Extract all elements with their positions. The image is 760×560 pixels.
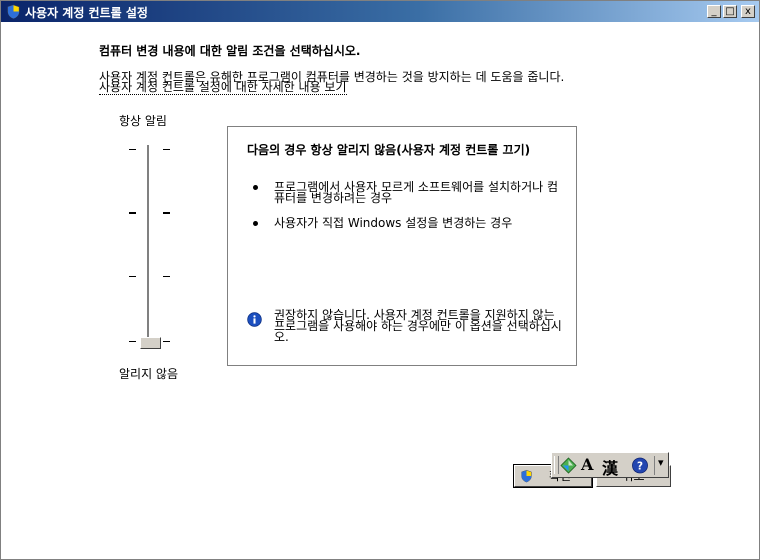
slider-tick [129,149,136,150]
level-description-panel: 다음의 경우 항상 알리지 않음(사용자 계정 컨트롤 끄기) 프로그램에서 사… [227,126,577,366]
help-icon[interactable]: ? [631,457,649,474]
recommendation-note: 권장하지 않습니다. 사용자 계정 컨트롤을 지원하지 않는 프로그램을 사용해… [274,308,562,344]
learn-more-link[interactable]: 사용자 계정 컨트롤 설정에 대한 자세한 내용 보기 [99,81,347,95]
svg-text:?: ? [637,460,643,472]
bullet-text: 프로그램에서 사용자 모르게 소프트웨어를 설치하거나 컴퓨터를 변경하려는 경… [274,180,559,205]
close-button[interactable]: x [741,5,755,18]
slider-tick [163,341,170,342]
slider-top-label: 항상 알림 [119,114,167,128]
slider-tick [129,341,136,342]
maximize-button[interactable]: □ [723,5,737,18]
minimize-button[interactable]: _ [707,5,721,18]
uac-shield-icon [7,4,20,19]
level-bullet-list: 프로그램에서 사용자 모르게 소프트웨어를 설치하거나 컴퓨터를 변경하려는 경… [250,180,560,243]
slider-tick [163,276,170,277]
level-title: 다음의 경우 항상 알리지 않음(사용자 계정 컨트롤 끄기) [247,143,531,157]
bullet-dot [253,221,258,226]
list-item: 프로그램에서 사용자 모르게 소프트웨어를 설치하거나 컴퓨터를 변경하려는 경… [250,180,560,205]
slider-tick [163,212,170,214]
bullet-text: 사용자가 직접 Windows 설정을 변경하는 경우 [274,216,513,230]
slider-tick [129,276,136,277]
slider-track[interactable] [147,145,150,345]
slider-bottom-label: 알리지 않음 [119,367,179,381]
ime-options-chevron-icon[interactable]: ▾ [658,456,664,469]
info-icon [247,312,262,327]
uac-shield-icon [521,470,532,483]
slider-thumb[interactable] [140,337,161,349]
ime-divider [654,456,655,475]
ime-hanja-button[interactable]: 漢 [602,455,618,479]
page-heading: 컴퓨터 변경 내용에 대한 알림 조건을 선택하십시오. [99,44,361,58]
bullet-dot [253,185,258,190]
ime-input-mode[interactable]: A [581,455,593,474]
grip-handle[interactable] [554,456,559,474]
list-item: 사용자가 직접 Windows 설정을 변경하는 경우 [250,216,560,230]
ime-gem-icon[interactable] [560,457,577,474]
window-title: 사용자 계정 컨트롤 설정 [25,6,148,20]
title-bar[interactable]: 사용자 계정 컨트롤 설정 _ □ x [1,1,759,22]
ime-language-bar[interactable]: A 漢 ? ▾ [551,452,669,478]
slider-tick [163,149,170,150]
uac-settings-window: 사용자 계정 컨트롤 설정 _ □ x 컴퓨터 변경 내용에 대한 알림 조건을… [0,0,760,560]
slider-tick [129,212,136,214]
